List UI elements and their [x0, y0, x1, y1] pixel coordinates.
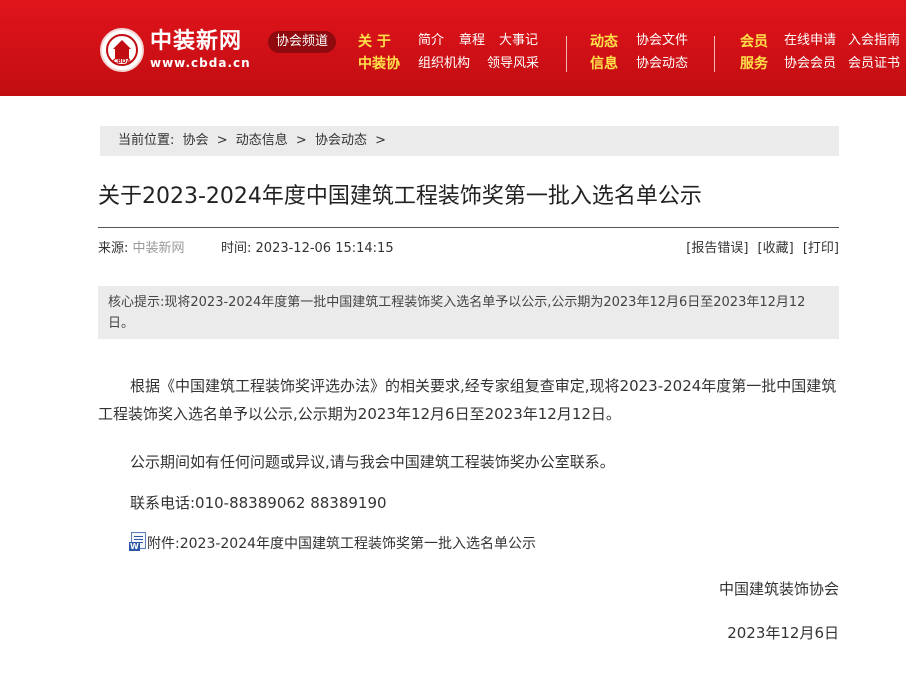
article-tools: [报告错误] [收藏] [打印]: [681, 240, 839, 258]
source-name[interactable]: 中装新网: [133, 241, 185, 256]
channel-badge[interactable]: 协会频道: [268, 31, 337, 53]
article-summary: 核心提示:现将2023-2024年度第一批中国建筑工程装饰奖入选名单予以公示,公…: [98, 286, 839, 339]
breadcrumb-separator: >: [216, 133, 228, 148]
time-label: 时间:: [221, 241, 252, 256]
site-logo[interactable]: CBDA 中装新网 www.cbda.cn: [100, 25, 260, 75]
breadcrumb: 当前位置: 协会 > 动态信息 > 协会动态 >: [100, 126, 839, 156]
page-title: 关于2023-2024年度中国建筑工程装饰奖第一批入选名单公示: [98, 184, 702, 209]
nav-link-charter[interactable]: 章程: [459, 31, 485, 51]
publish-time: 2023-12-06 15:14:15: [255, 241, 394, 256]
article-time: 时间: 2023-12-06 15:14:15: [221, 240, 394, 258]
title-divider: [98, 227, 839, 228]
word-document-icon: [129, 531, 146, 551]
article-source: 来源: 中装新网: [98, 240, 185, 258]
report-error-link[interactable]: [报告错误]: [686, 241, 748, 256]
nav-head-about-bottom[interactable]: 中装协: [358, 54, 400, 74]
logo-name: 中装新网: [150, 29, 243, 54]
breadcrumb-item-association-news[interactable]: 协会动态: [315, 133, 367, 148]
breadcrumb-separator: >: [375, 133, 386, 148]
nav-link-documents[interactable]: 协会文件: [636, 31, 688, 51]
nav-head-about-top[interactable]: 关 于: [358, 32, 391, 52]
nav-link-events[interactable]: 大事记: [499, 31, 538, 51]
favorite-link[interactable]: [收藏]: [758, 241, 794, 256]
nav-link-members[interactable]: 协会会员: [784, 54, 836, 74]
breadcrumb-separator: >: [295, 133, 307, 148]
nav-link-certificate[interactable]: 会员证书: [848, 54, 900, 74]
print-link[interactable]: [打印]: [803, 241, 839, 256]
breadcrumb-item-news-info[interactable]: 动态信息: [236, 133, 288, 148]
site-header: CBDA 中装新网 www.cbda.cn 协会频道 关 于 中装协 简介 章程…: [0, 0, 906, 96]
article-paragraph: 根据《中国建筑工程装饰奖评选办法》的相关要求,经专家组复查审定,现将2023-2…: [98, 377, 837, 423]
cbda-seal-icon: CBDA: [100, 28, 144, 72]
source-label: 来源:: [98, 241, 129, 256]
nav-head-news-bottom[interactable]: 信息: [590, 54, 618, 74]
attachment-link[interactable]: 附件:2023-2024年度中国建筑工程装饰奖第一批入选名单公示: [147, 532, 536, 556]
nav-link-news[interactable]: 协会动态: [636, 54, 688, 74]
attachment[interactable]: 附件:2023-2024年度中国建筑工程装饰奖第一批入选名单公示: [129, 531, 536, 556]
nav-link-apply[interactable]: 在线申请: [784, 31, 836, 51]
nav-divider: [714, 36, 715, 72]
contact-phone: 联系电话:010-88389062 88389190: [130, 494, 387, 512]
nav-head-news-top[interactable]: 动态: [590, 32, 618, 52]
nav-link-leaders[interactable]: 领导风采: [487, 54, 539, 74]
seal-text: CBDA: [112, 58, 132, 65]
breadcrumb-item-association[interactable]: 协会: [183, 133, 209, 148]
nav-head-member-bottom[interactable]: 服务: [740, 54, 768, 74]
logo-url: www.cbda.cn: [150, 56, 251, 70]
article-paragraph: 公示期间如有任何问题或异议,请与我会中国建筑工程装饰奖办公室联系。: [130, 453, 615, 471]
breadcrumb-label: 当前位置:: [118, 133, 175, 148]
nav-divider: [566, 36, 567, 72]
nav-head-member-top[interactable]: 会员: [740, 32, 768, 52]
signature-date: 2023年12月6日: [727, 624, 839, 642]
nav-link-intro[interactable]: 简介: [418, 31, 444, 51]
nav-link-guide[interactable]: 入会指南: [848, 31, 900, 51]
nav-link-organization[interactable]: 组织机构: [418, 54, 470, 74]
signature-org: 中国建筑装饰协会: [718, 580, 839, 598]
